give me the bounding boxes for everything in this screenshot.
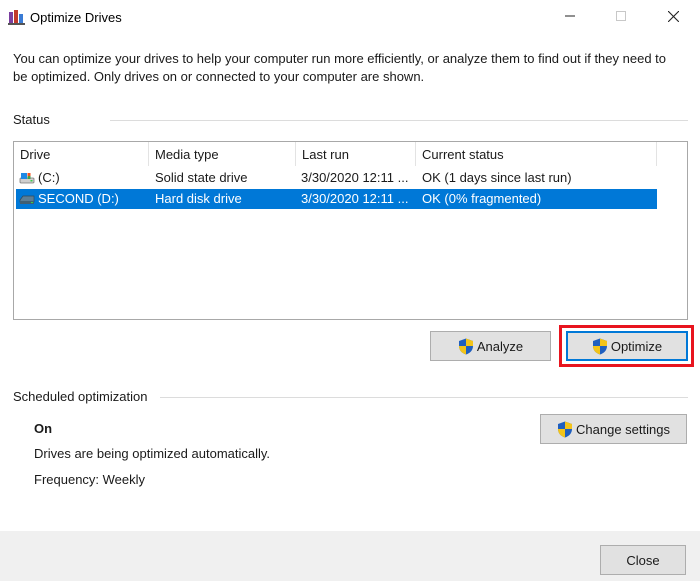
uac-shield-icon — [558, 421, 573, 437]
maximize-icon — [616, 11, 626, 21]
drive-name: (C:) — [38, 170, 60, 185]
column-header-drive[interactable]: Drive — [14, 142, 149, 166]
close-window-button[interactable] — [650, 0, 696, 32]
scheduled-group-label: Scheduled optimization — [13, 389, 148, 404]
media-type: Hard disk drive — [155, 191, 242, 206]
close-button-label: Close — [626, 552, 660, 568]
window-title: Optimize Drives — [30, 10, 122, 25]
last-run: 3/30/2020 12:11 ... — [301, 191, 409, 206]
close-button[interactable]: Close — [600, 545, 686, 575]
current-status: OK (0% fragmented) — [422, 191, 542, 206]
scheduled-divider — [160, 397, 688, 398]
schedule-state: On — [34, 421, 53, 436]
drive-row-c[interactable]: (C:) Solid state drive 3/30/2020 12:11 .… — [16, 168, 657, 188]
column-header-last-run[interactable]: Last run — [296, 142, 416, 166]
column-header-media-type[interactable]: Media type — [149, 142, 296, 166]
highlight-outline — [559, 325, 694, 367]
ssd-drive-icon — [19, 173, 35, 184]
drive-list-header: Drive Media type Last run Current status — [14, 142, 657, 166]
last-run: 3/30/2020 12:11 ... — [301, 170, 409, 185]
optimize-drives-app-icon — [8, 10, 25, 25]
status-group-label: Status — [13, 112, 50, 127]
drive-list[interactable]: Drive Media type Last run Current status… — [13, 141, 688, 320]
schedule-frequency: Frequency: Weekly — [34, 472, 146, 487]
drive-row-d[interactable]: SECOND (D:) Hard disk drive 3/30/2020 12… — [16, 189, 657, 209]
uac-shield-icon — [458, 338, 473, 354]
description-text: You can optimize your drives to help you… — [13, 51, 667, 84]
media-type: Solid state drive — [155, 170, 248, 185]
footer-bar: Close — [0, 531, 700, 581]
minimize-button[interactable] — [547, 0, 593, 32]
analyze-button[interactable]: Analyze — [430, 331, 551, 361]
minimize-icon — [565, 15, 575, 17]
close-icon — [667, 10, 679, 22]
status-divider — [110, 120, 688, 121]
schedule-description: Drives are being optimized automatically… — [34, 446, 271, 461]
maximize-button[interactable] — [598, 0, 644, 32]
drive-name: SECOND (D:) — [38, 191, 119, 206]
change-settings-label: Change settings — [576, 421, 670, 437]
hdd-drive-icon — [19, 195, 35, 204]
current-status: OK (1 days since last run) — [422, 170, 572, 185]
column-header-current-status[interactable]: Current status — [416, 142, 657, 166]
change-settings-button[interactable]: Change settings — [540, 414, 687, 444]
analyze-button-label: Analyze — [476, 338, 524, 354]
title-bar: Optimize Drives — [0, 0, 700, 34]
